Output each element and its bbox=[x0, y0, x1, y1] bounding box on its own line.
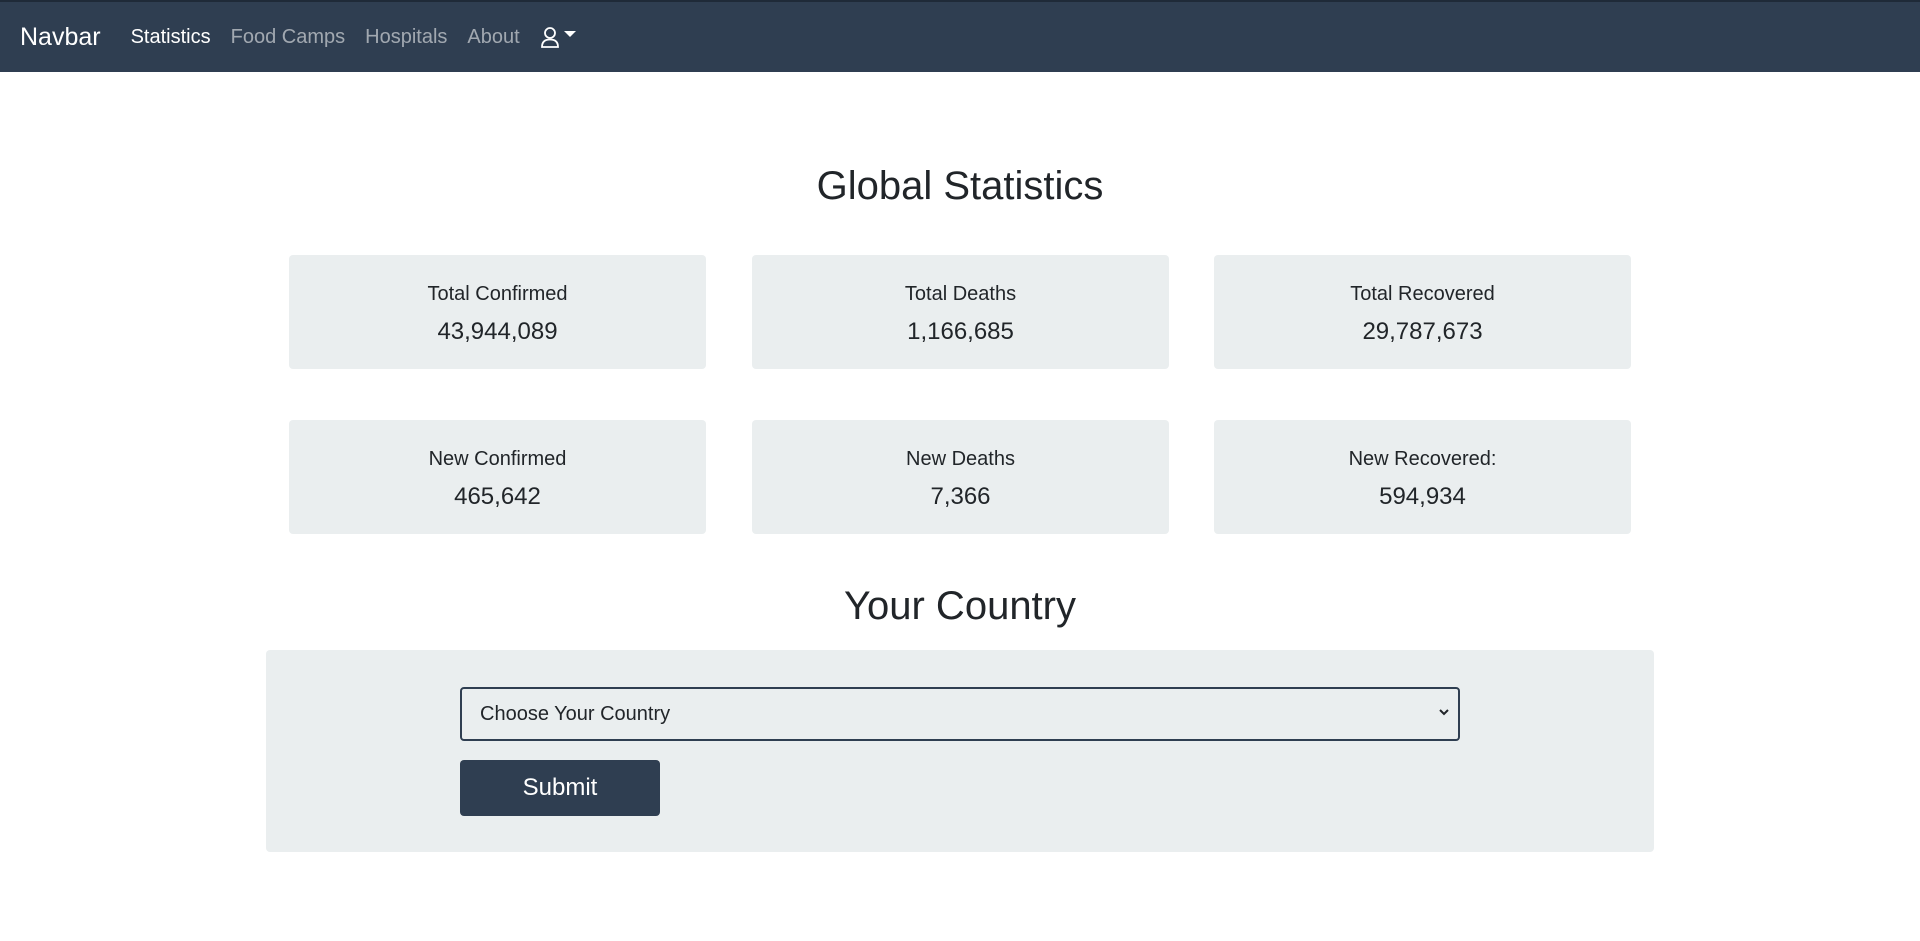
stat-value: 7,366 bbox=[930, 483, 991, 510]
nav-link-food-camps[interactable]: Food Camps bbox=[231, 26, 346, 49]
nav-link-hospitals[interactable]: Hospitals bbox=[365, 26, 447, 49]
stat-label: New Deaths bbox=[906, 448, 1015, 470]
chevron-down-icon bbox=[563, 31, 576, 37]
stat-value: 594,934 bbox=[1379, 483, 1466, 510]
submit-button[interactable]: Submit bbox=[460, 760, 660, 816]
navbar: Navbar Statistics Food Camps Hospitals A… bbox=[0, 0, 1920, 72]
stat-value: 43,944,089 bbox=[437, 318, 558, 345]
chevron-down-icon bbox=[1438, 705, 1450, 723]
stat-label: Total Confirmed bbox=[427, 283, 568, 305]
stat-label: New Confirmed bbox=[428, 448, 567, 470]
stat-card-new-recovered: New Recovered: 594,934 bbox=[1214, 420, 1631, 534]
stat-value: 29,787,673 bbox=[1362, 318, 1483, 345]
stat-card-total-deaths: Total Deaths 1,166,685 bbox=[752, 255, 1169, 369]
navbar-brand[interactable]: Navbar bbox=[20, 23, 101, 52]
stat-card-new-confirmed: New Confirmed 465,642 bbox=[289, 420, 706, 534]
stat-label: Total Recovered bbox=[1350, 283, 1495, 305]
user-dropdown-toggle[interactable] bbox=[540, 26, 576, 48]
user-icon bbox=[540, 26, 560, 48]
stat-value: 1,166,685 bbox=[907, 318, 1014, 345]
stat-card-new-deaths: New Deaths 7,366 bbox=[752, 420, 1169, 534]
your-country-title: Your Country bbox=[844, 584, 1076, 628]
stat-card-total-recovered: Total Recovered 29,787,673 bbox=[1214, 255, 1631, 369]
global-statistics-title: Global Statistics bbox=[816, 164, 1104, 208]
nav-link-about[interactable]: About bbox=[467, 26, 519, 49]
stat-label: Total Deaths bbox=[904, 283, 1017, 305]
country-select[interactable]: Choose Your Country bbox=[460, 687, 1460, 741]
stat-label: New Recovered: bbox=[1348, 448, 1497, 470]
country-select-value: Choose Your Country bbox=[480, 702, 671, 725]
stat-card-total-confirmed: Total Confirmed 43,944,089 bbox=[289, 255, 706, 369]
country-form-panel: Choose Your Country Submit bbox=[266, 650, 1654, 852]
nav-links: Statistics Food Camps Hospitals About bbox=[131, 26, 576, 49]
nav-link-statistics[interactable]: Statistics bbox=[131, 26, 211, 49]
stat-value: 465,642 bbox=[454, 483, 541, 510]
